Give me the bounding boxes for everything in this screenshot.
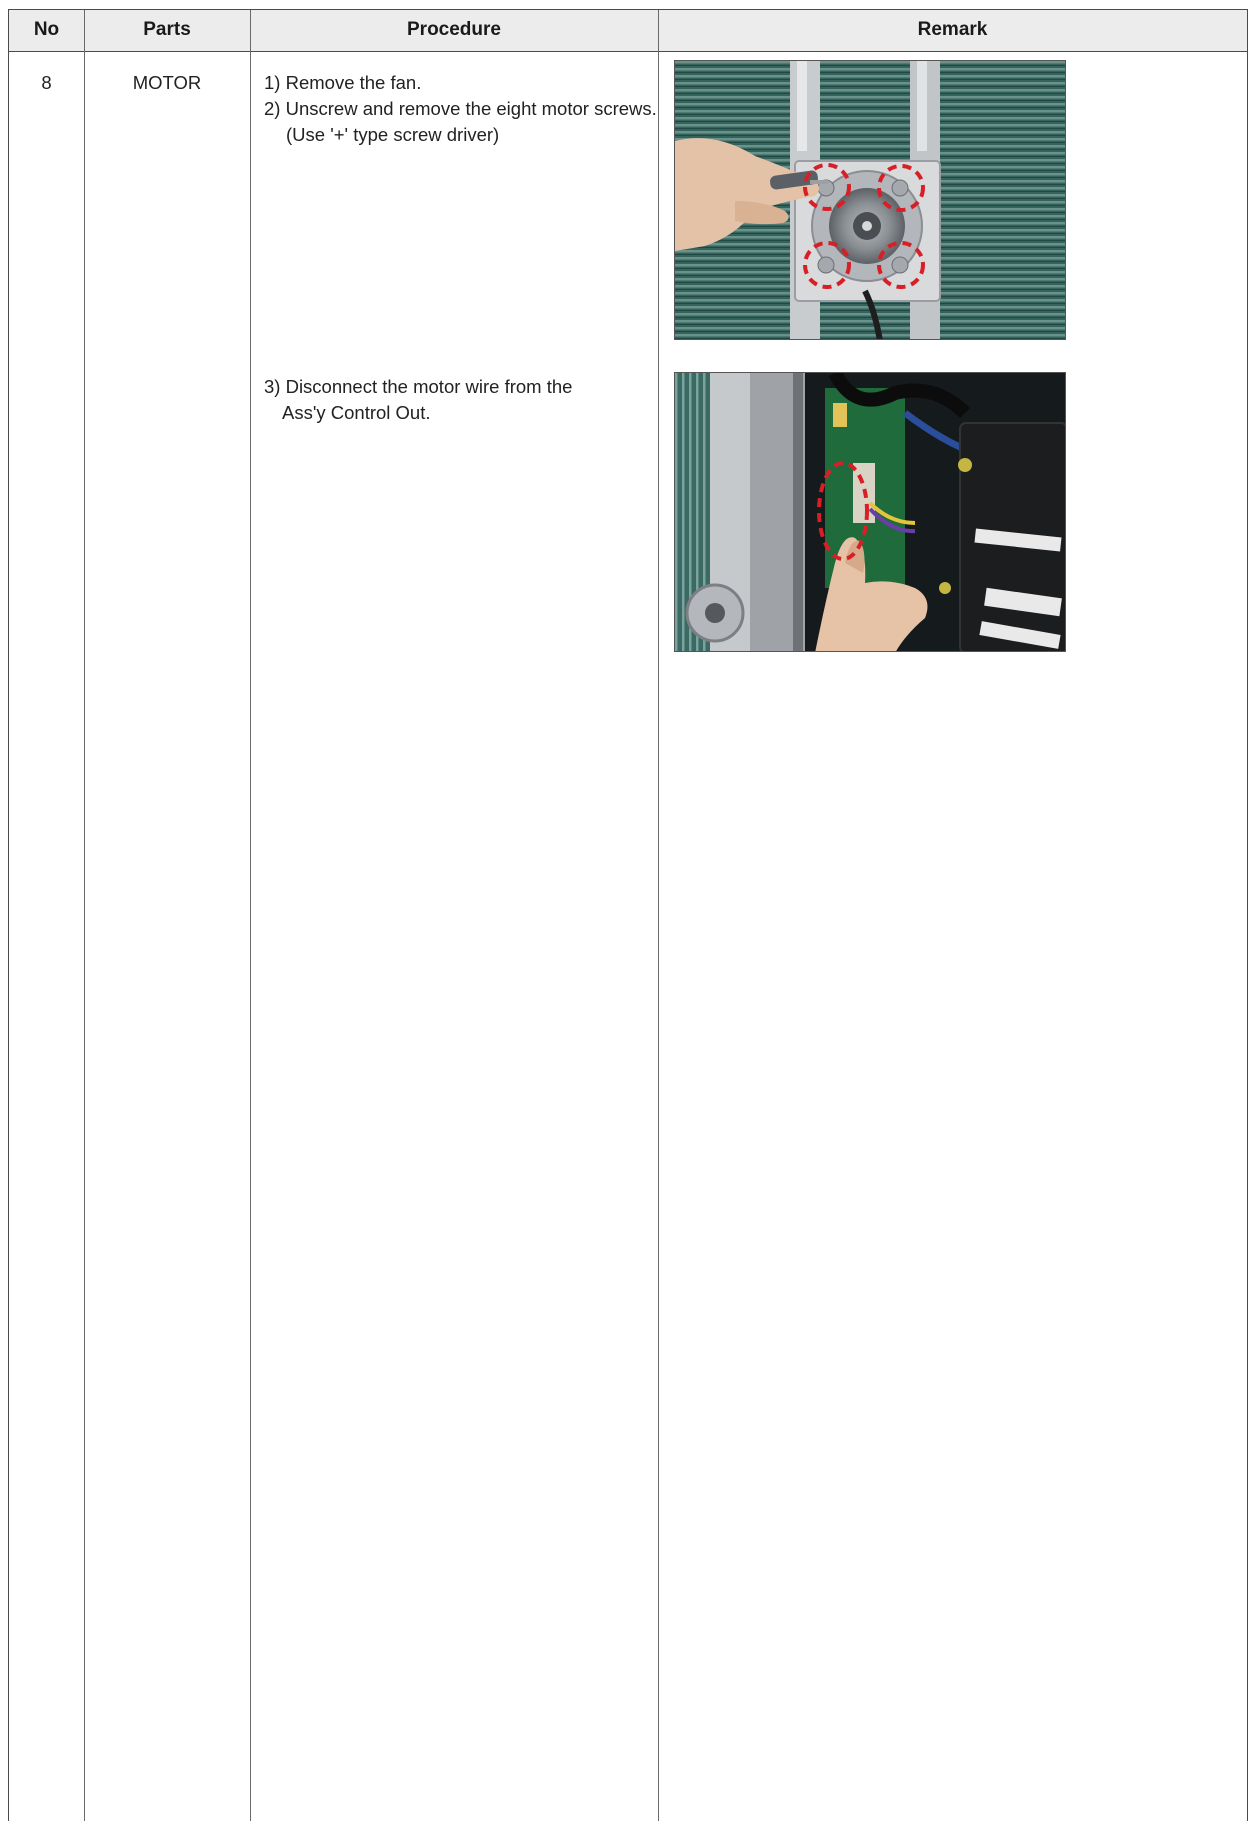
column-divider xyxy=(84,10,85,1821)
column-divider xyxy=(250,10,251,1821)
motor-wire-connector-photo xyxy=(674,372,1066,652)
motor-screws-illustration xyxy=(675,61,1065,339)
procedure-step-2-note: (Use '+' type screw driver) xyxy=(286,124,500,145)
disassembly-sheet: No Parts Procedure Remark 8 MOTOR 1) Rem… xyxy=(0,0,1255,1821)
motor-screws-photo xyxy=(674,60,1066,340)
procedure-steps-1-2: 1) Remove the fan. 2) Unscrew and remove… xyxy=(264,70,657,148)
procedure-step-2: 2) Unscrew and remove the eight motor sc… xyxy=(264,98,657,119)
procedure-step-1: 1) Remove the fan. xyxy=(264,72,422,93)
column-divider xyxy=(658,10,659,1821)
procedure-table: No Parts Procedure Remark 8 MOTOR 1) Rem… xyxy=(8,9,1248,1821)
procedure-step-3-detail: Ass'y Control Out. xyxy=(282,402,431,423)
table-header-row: No Parts Procedure Remark xyxy=(9,10,1247,52)
row-number: 8 xyxy=(41,72,52,93)
header-no: No xyxy=(33,19,60,40)
procedure-step-3-block: 3) Disconnect the motor wire from the As… xyxy=(264,374,654,426)
header-remark: Remark xyxy=(917,19,988,40)
header-procedure: Procedure xyxy=(407,19,501,40)
procedure-step-3: 3) Disconnect the motor wire from the xyxy=(264,376,573,397)
part-name: MOTOR xyxy=(132,72,202,93)
motor-wire-illustration xyxy=(675,373,1065,651)
header-parts: Parts xyxy=(143,19,191,40)
